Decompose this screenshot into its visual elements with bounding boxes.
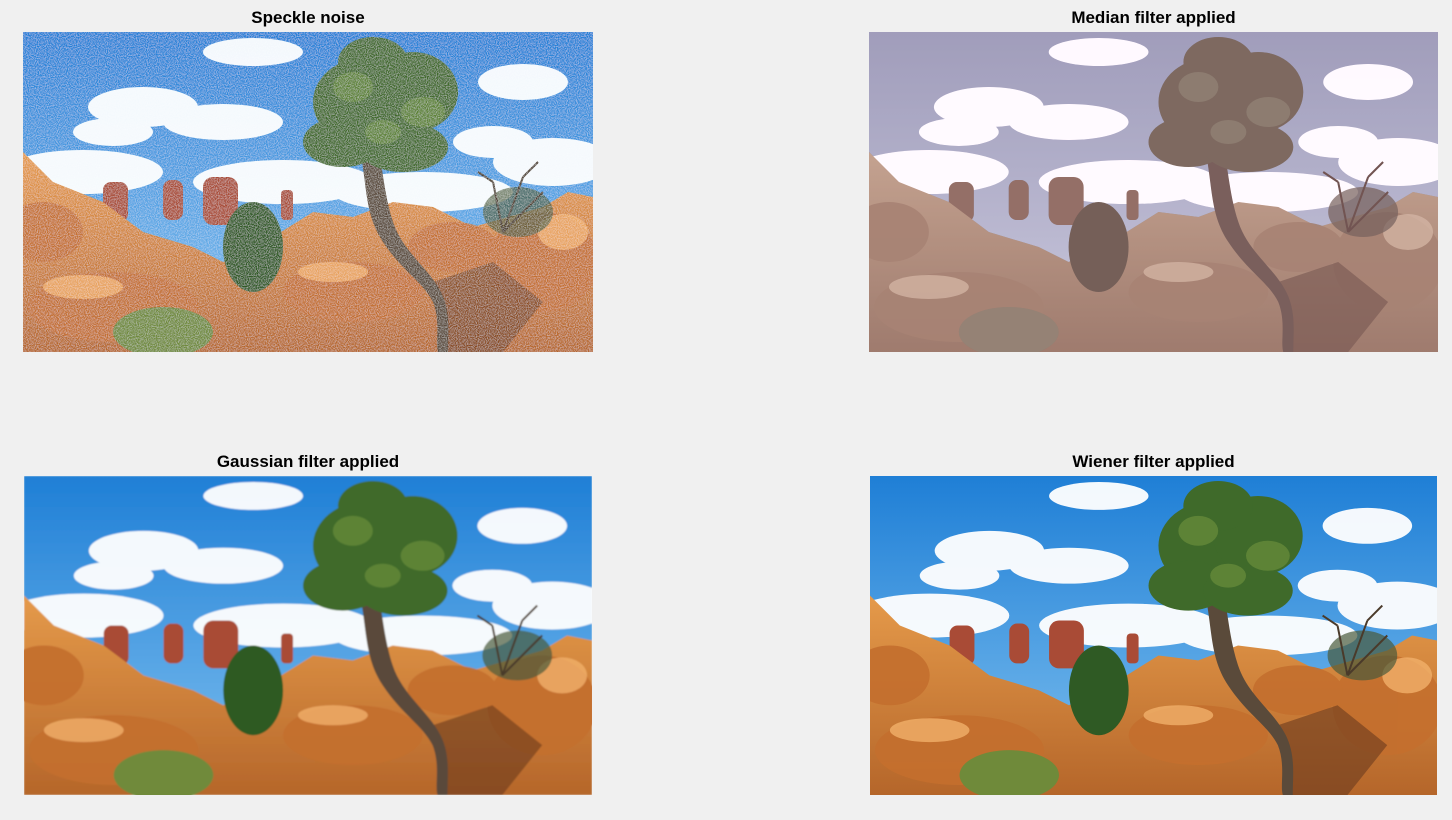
- panel-title: Median filter applied: [1071, 8, 1236, 27]
- gaussian-filter-image: [24, 476, 592, 795]
- speckle-noise-image: [23, 32, 593, 352]
- wiener-filter-image: [870, 476, 1437, 795]
- gaussian-filter-panel: Gaussian filter applied: [24, 452, 592, 797]
- median-filter-image: [869, 32, 1438, 352]
- panel-title: Speckle noise: [251, 8, 365, 27]
- wiener-filter-panel: Wiener filter applied: [870, 452, 1437, 797]
- panel-title: Wiener filter applied: [1072, 452, 1235, 471]
- speckle-noise-panel: Speckle noise: [23, 8, 593, 354]
- panel-title: Gaussian filter applied: [216, 452, 400, 471]
- median-filter-panel: Median filter applied: [869, 8, 1438, 354]
